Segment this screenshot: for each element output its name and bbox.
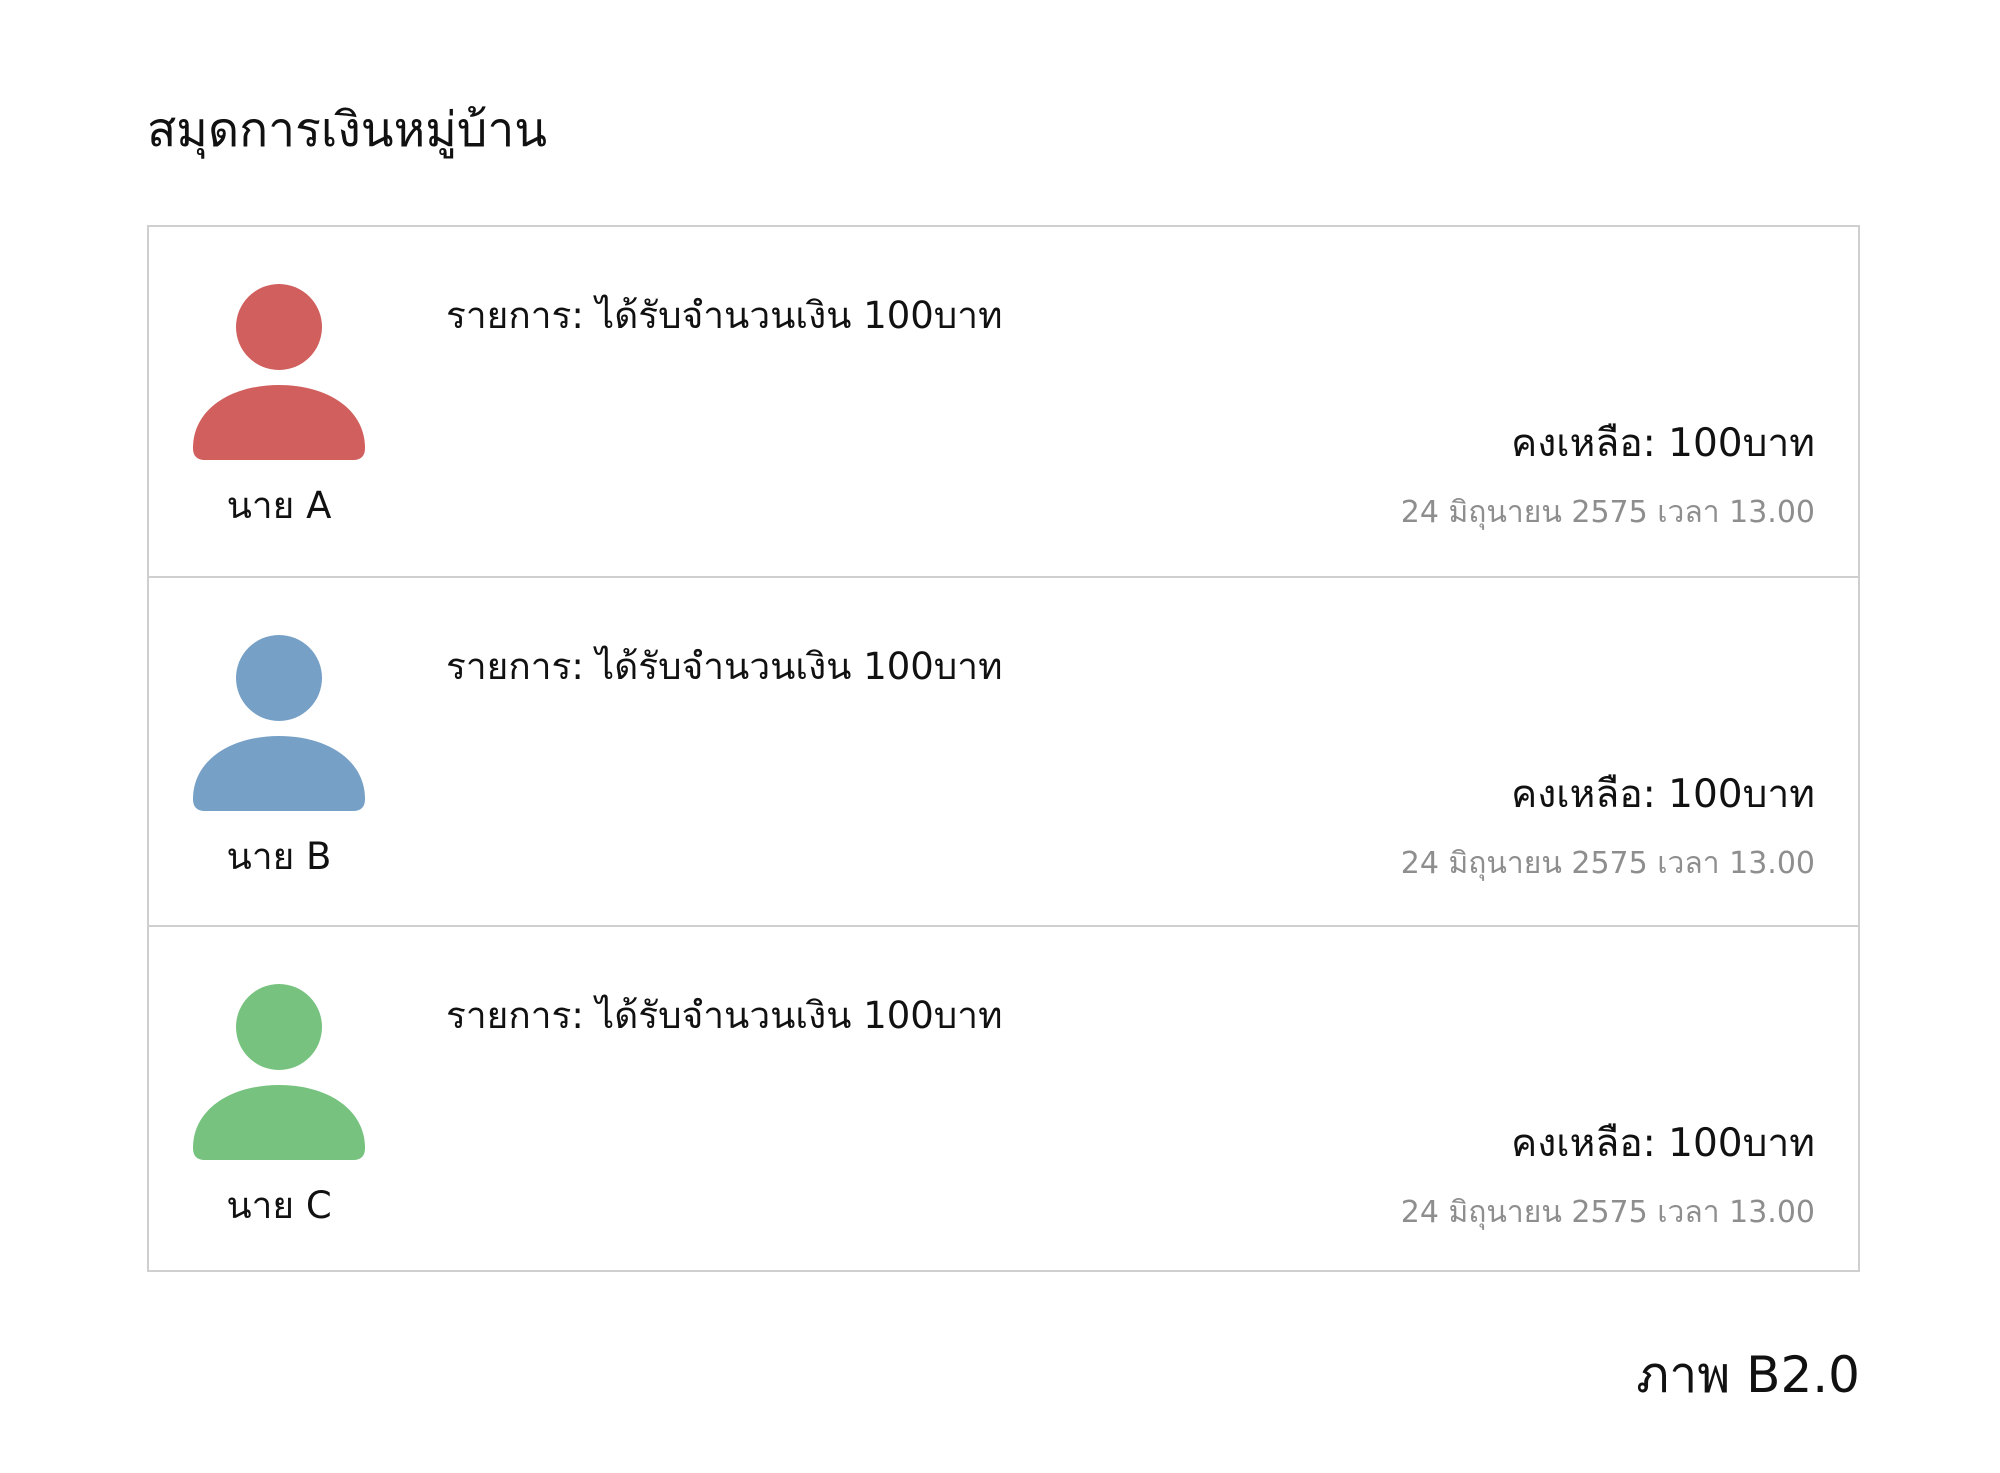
ledger-entry[interactable]: นาย C รายการ: ได้รับจำนวนเงิน 100บาท คงเ… bbox=[149, 925, 1858, 1274]
person-icon bbox=[193, 984, 365, 1160]
transaction-timestamp: 24 มิถุนายน 2575 เวลา 13.00 bbox=[1400, 846, 1815, 881]
person-icon bbox=[193, 635, 365, 811]
balance-amount: คงเหลือ: 100บาท bbox=[1511, 421, 1815, 466]
member-name: นาย B bbox=[226, 835, 332, 878]
transaction-description: รายการ: ได้รับจำนวนเงิน 100บาท bbox=[446, 994, 1003, 1037]
transaction-description: รายการ: ได้รับจำนวนเงิน 100บาท bbox=[446, 294, 1003, 337]
figure-caption: ภาพ B2.0 bbox=[1636, 1346, 1860, 1404]
member-name: นาย C bbox=[226, 1184, 332, 1227]
balance-amount: คงเหลือ: 100บาท bbox=[1511, 1121, 1815, 1166]
ledger-entry[interactable]: นาย B รายการ: ได้รับจำนวนเงิน 100บาท คงเ… bbox=[149, 576, 1858, 925]
member-name: นาย A bbox=[226, 484, 332, 527]
transaction-timestamp: 24 มิถุนายน 2575 เวลา 13.00 bbox=[1400, 495, 1815, 530]
balance-amount: คงเหลือ: 100บาท bbox=[1511, 772, 1815, 817]
ledger-list: นาย A รายการ: ได้รับจำนวนเงิน 100บาท คงเ… bbox=[147, 225, 1860, 1272]
page-title: สมุดการเงินหมู่บ้าน bbox=[147, 102, 548, 158]
transaction-description: รายการ: ได้รับจำนวนเงิน 100บาท bbox=[446, 645, 1003, 688]
ledger-entry[interactable]: นาย A รายการ: ได้รับจำนวนเงิน 100บาท คงเ… bbox=[149, 227, 1858, 576]
person-icon bbox=[193, 284, 365, 460]
transaction-timestamp: 24 มิถุนายน 2575 เวลา 13.00 bbox=[1400, 1195, 1815, 1230]
